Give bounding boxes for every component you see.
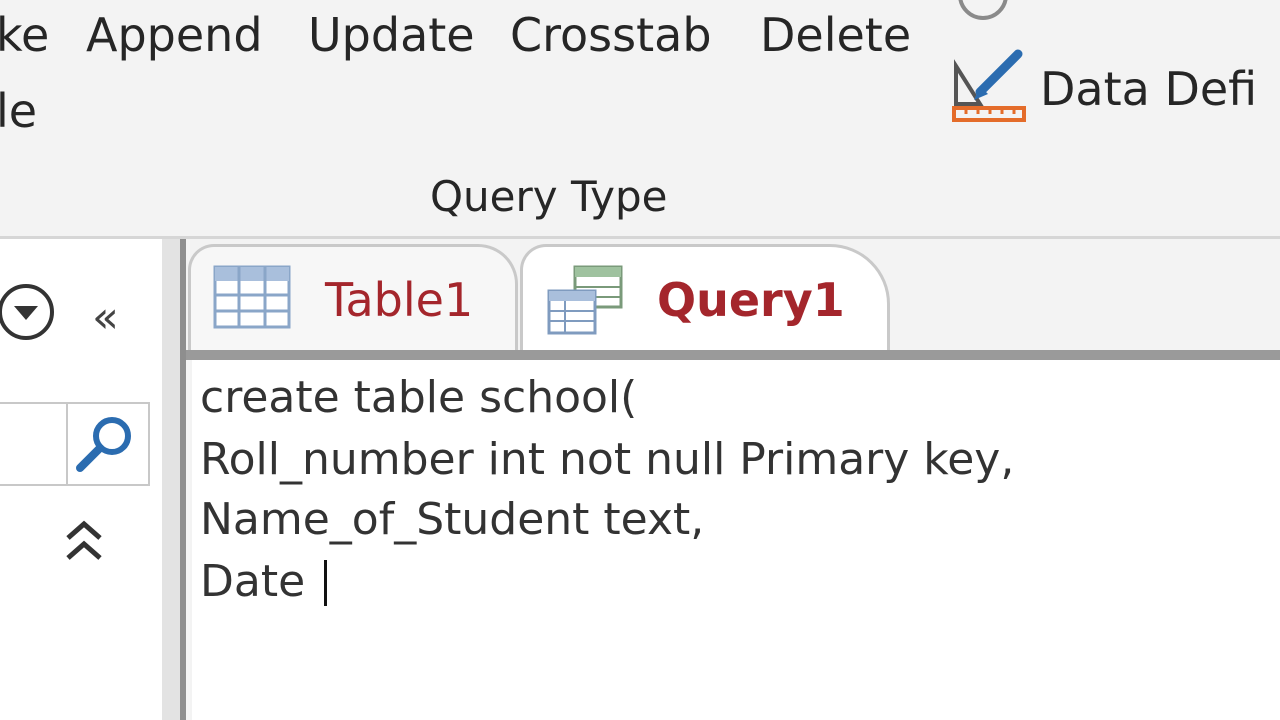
tab-query1[interactable]: Query1 bbox=[520, 244, 890, 352]
chevron-up-icon[interactable] bbox=[64, 516, 104, 566]
make-table-button-label-line2[interactable]: le bbox=[0, 88, 37, 134]
data-definition-button[interactable]: Data Defi bbox=[1040, 66, 1257, 112]
chevron-down-circle-icon[interactable] bbox=[0, 282, 58, 342]
sql-line-2[interactable]: Roll_number int not null Primary key, bbox=[200, 438, 1014, 482]
sql-line-4[interactable]: Date bbox=[200, 560, 319, 604]
sql-line-1[interactable]: create table school( bbox=[200, 376, 637, 420]
crosstab-button[interactable]: Crosstab bbox=[510, 12, 712, 58]
text-caret bbox=[324, 560, 327, 606]
tab-table1[interactable]: Table1 bbox=[188, 244, 518, 352]
table-icon bbox=[213, 265, 291, 329]
update-button[interactable]: Update bbox=[308, 12, 475, 58]
ribbon: ke le Append Update Crosstab Delete Data… bbox=[0, 0, 1280, 240]
append-button[interactable]: Append bbox=[86, 12, 263, 58]
make-table-button-label[interactable]: ke bbox=[0, 12, 49, 58]
delete-button[interactable]: Delete bbox=[760, 12, 911, 58]
data-definition-icon[interactable] bbox=[950, 46, 1030, 126]
navigation-pane-splitter[interactable] bbox=[162, 239, 182, 720]
collapse-pane-icon[interactable]: « bbox=[92, 296, 119, 340]
search-divider bbox=[66, 404, 68, 484]
editor-top-border bbox=[186, 350, 1280, 360]
sql-line-3[interactable]: Name_of_Student text, bbox=[200, 498, 704, 542]
tab-query1-label: Query1 bbox=[657, 273, 845, 327]
search-icon[interactable] bbox=[72, 408, 142, 478]
query-type-group-label: Query Type bbox=[430, 172, 668, 221]
tab-table1-label: Table1 bbox=[325, 273, 474, 327]
query-icon bbox=[547, 265, 623, 335]
pass-through-icon[interactable] bbox=[958, 0, 1008, 20]
